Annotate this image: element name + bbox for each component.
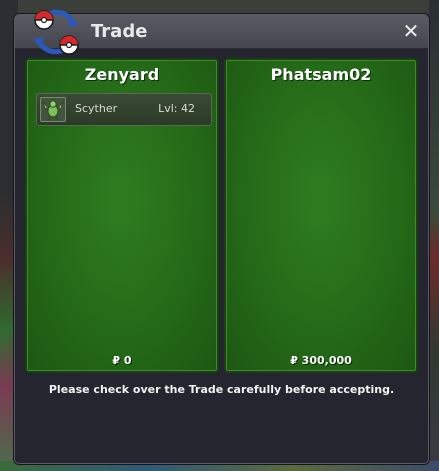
partner-name: Phatsam02 <box>270 65 372 84</box>
game-world-right <box>429 0 439 471</box>
trade-logo-icon <box>33 9 79 55</box>
money-offer: ₽ 300,000 <box>290 354 352 367</box>
trade-item-row[interactable]: Scyther Lvl: 42 <box>36 93 212 126</box>
trade-window: Trade ✕ Zenyard Scyther Lvl: 42 ₽ 0 Phat… <box>14 9 429 464</box>
trade-notice: Please check over the Trade carefully be… <box>48 383 395 396</box>
window-title: Trade <box>91 21 148 42</box>
scyther-icon <box>40 97 66 122</box>
close-icon[interactable]: ✕ <box>400 20 422 42</box>
item-name: Scyther <box>75 102 118 115</box>
trade-panel-right: Phatsam02 ₽ 300,000 <box>224 58 418 373</box>
player-name: Zenyard <box>84 65 160 84</box>
trade-panel-left: Zenyard Scyther Lvl: 42 ₽ 0 <box>25 58 219 373</box>
money-offer: ₽ 0 <box>112 354 132 367</box>
item-level: Lvl: 42 <box>158 102 195 115</box>
